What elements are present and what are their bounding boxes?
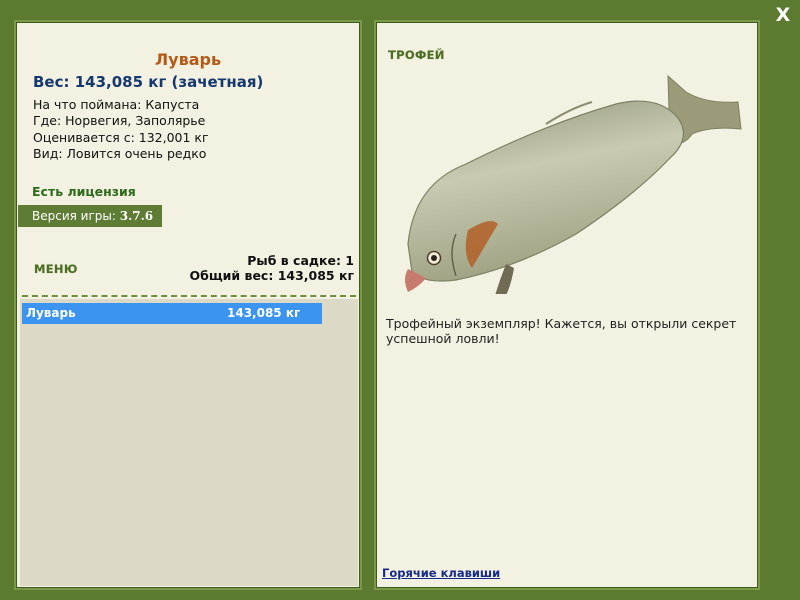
- menu-button[interactable]: МЕНЮ: [34, 262, 78, 276]
- version-badge: Версия игры: 3.7.6: [18, 205, 162, 227]
- catch-info-panel: Луварь Вес: 143,085 кг (зачетная) На что…: [14, 20, 362, 590]
- list-item-name: Луварь: [26, 306, 76, 320]
- rated-line: Оценивается с: 132,001 кг: [33, 129, 209, 145]
- license-status: Есть лицензия: [32, 184, 136, 199]
- list-item[interactable]: Луварь 143,085 кг: [22, 303, 322, 324]
- rarity-line: Вид: Ловится очень редко: [33, 145, 207, 161]
- list-item-weight: 143,085 кг: [227, 306, 301, 320]
- keep-net-stats: Рыб в садке: 1 Общий вес: 143,085 кг: [190, 253, 355, 283]
- fish-weight: Вес: 143,085 кг (зачетная): [33, 73, 264, 91]
- catch-list[interactable]: Луварь 143,085 кг: [20, 299, 358, 586]
- trophy-message: Трофейный экземпляр! Кажется, вы открыли…: [386, 316, 737, 346]
- close-icon[interactable]: X: [772, 4, 794, 26]
- version-label: Версия игры:: [32, 209, 116, 223]
- fish-details: На что поймана: Капуста Где: Норвегия, З…: [33, 97, 209, 162]
- bait-line: На что поймана: Капуста: [33, 97, 200, 112]
- keep-net-total: Общий вес: 143,085 кг: [189, 268, 355, 283]
- version-value: 3.7.6: [119, 209, 154, 223]
- trophy-panel: ТРОФЕЙ Трофейный экземпляр! Кажется, вы …: [374, 20, 760, 590]
- location-line: Где: Норвегия, Заполярье: [33, 113, 206, 129]
- hotkeys-link[interactable]: Горячие клавиши: [382, 566, 500, 580]
- divider: [22, 295, 356, 297]
- luvar-fish-image: [405, 74, 742, 294]
- game-window: X Луварь Вес: 143,085 кг (зачетная) На ч…: [0, 0, 800, 600]
- keep-net-count: Рыб в садке: 1: [247, 253, 354, 268]
- fish-name: Луварь: [154, 50, 222, 69]
